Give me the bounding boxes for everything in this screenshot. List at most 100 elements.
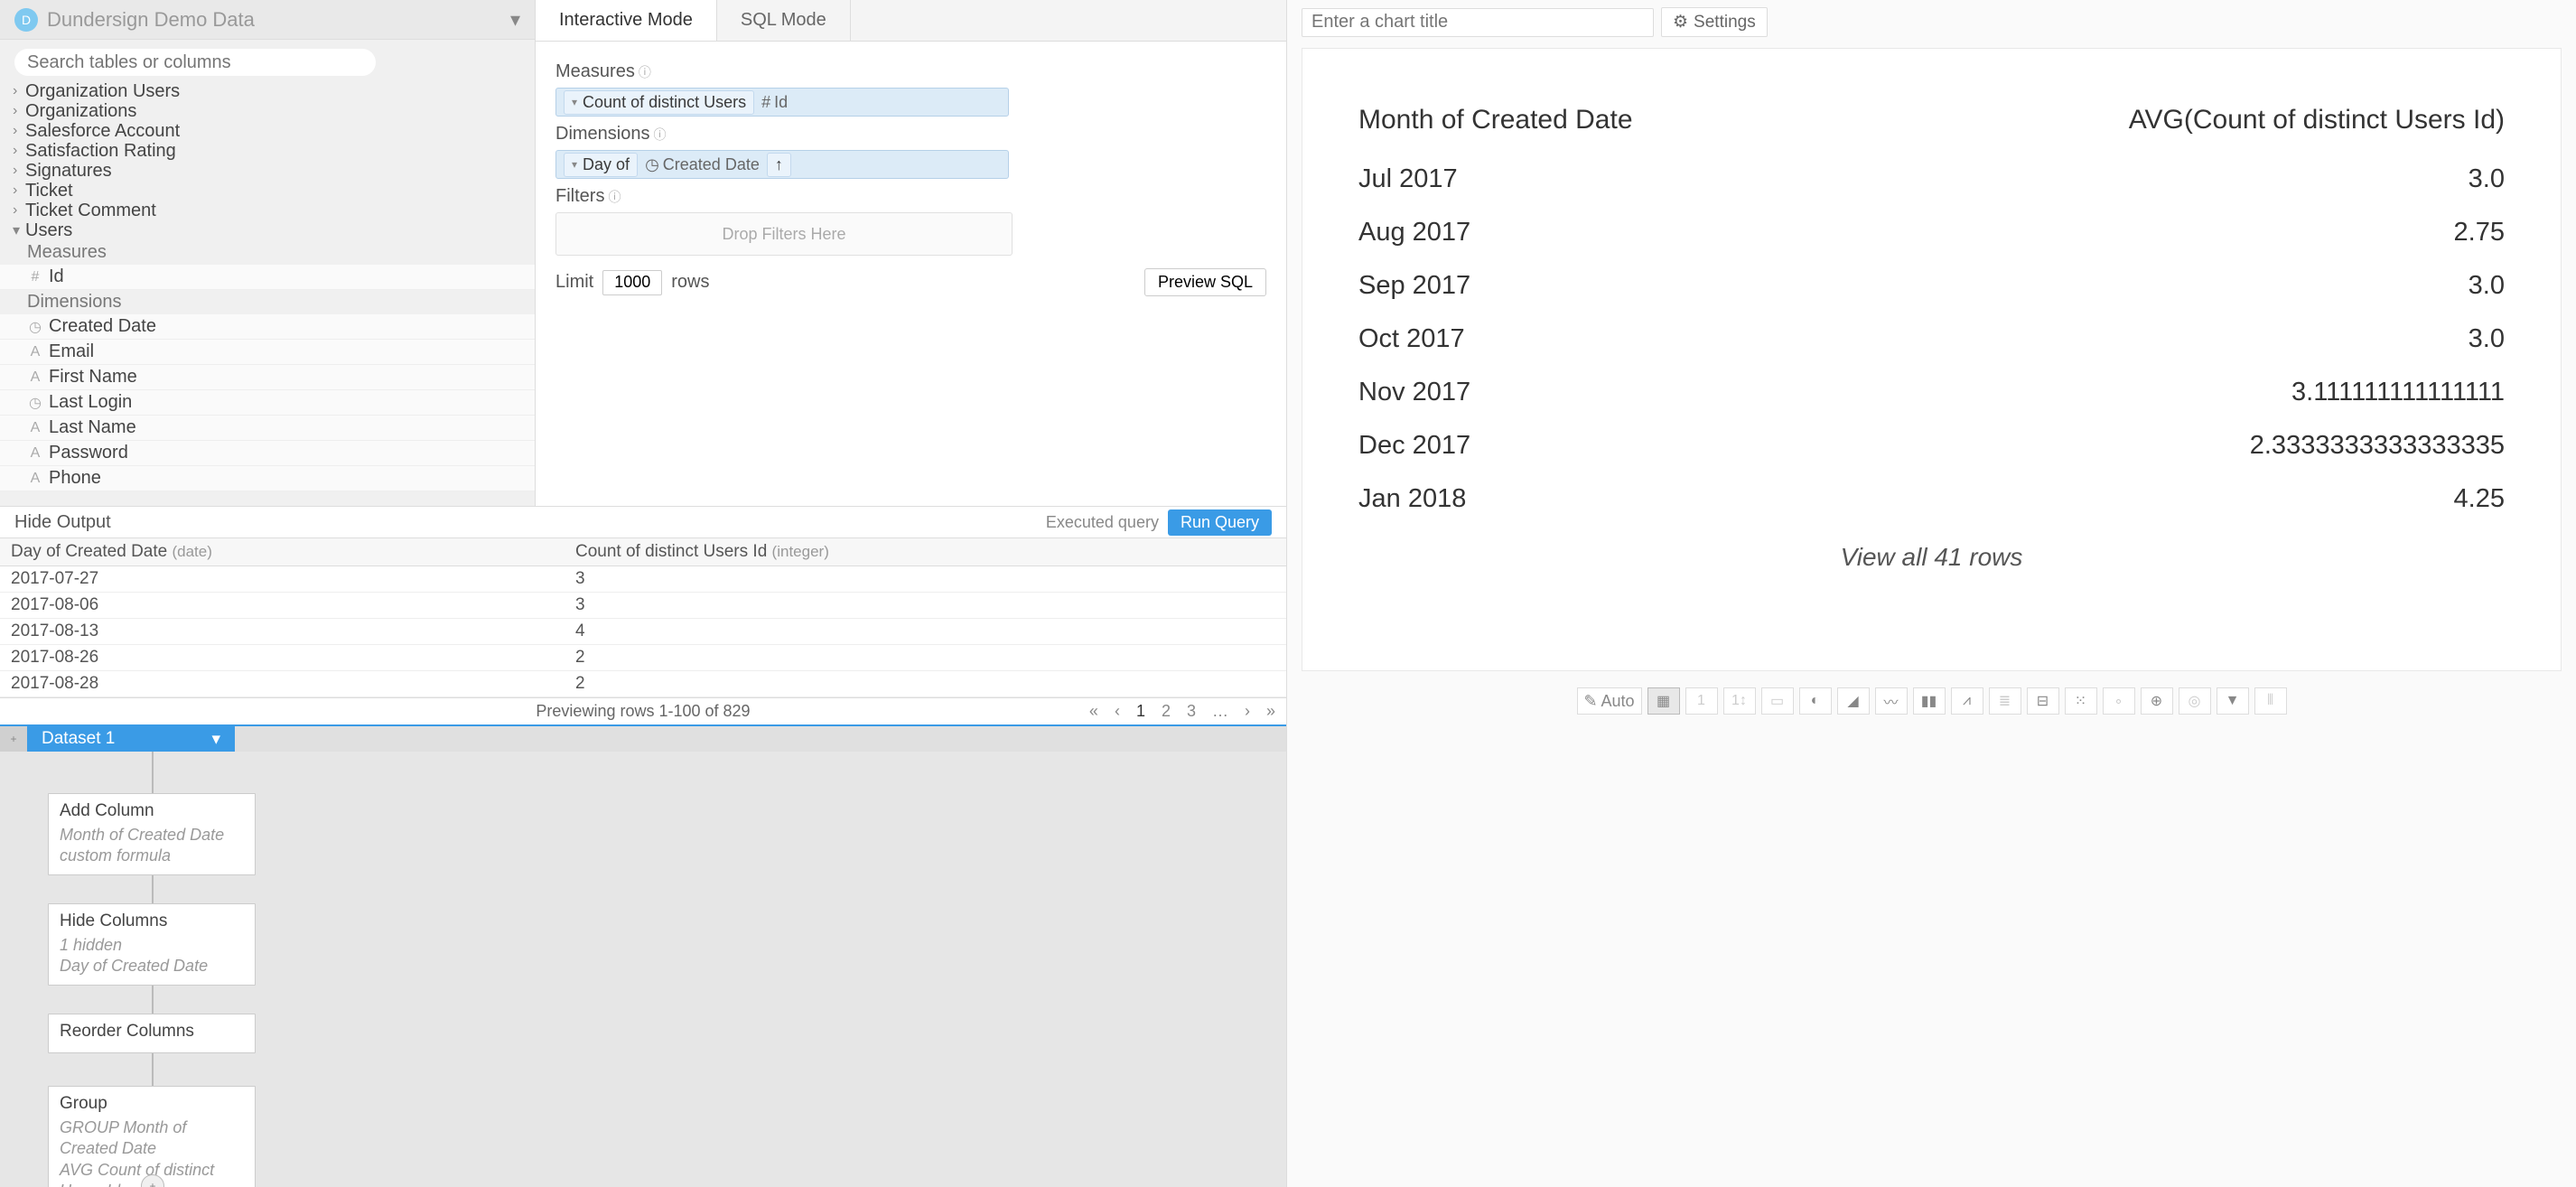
- chart-settings-button[interactable]: ⚙ Settings: [1661, 7, 1768, 37]
- view-all-rows-link[interactable]: View all 41 rows: [1357, 543, 2506, 572]
- dimensions-label: Dimensionsⓘ: [555, 124, 1266, 145]
- field-type-icon: #: [27, 269, 43, 285]
- run-query-button[interactable]: Run Query: [1168, 509, 1272, 536]
- viz-bullet-button[interactable]: ▭: [1761, 687, 1794, 715]
- table-row[interactable]: 2017-08-282: [0, 671, 1286, 697]
- viz-heatmap-button[interactable]: ◎: [2179, 687, 2211, 715]
- viz-scatter-button[interactable]: ⁙: [2065, 687, 2097, 715]
- viz-bubble-button[interactable]: ∘: [2103, 687, 2135, 715]
- limit-input[interactable]: [602, 270, 662, 295]
- tree-field-item[interactable]: AFirst Name: [0, 365, 535, 390]
- viz-bar-button[interactable]: ▮▮: [1913, 687, 1946, 715]
- column-header[interactable]: Count of distinct Users Id (integer): [565, 538, 1286, 566]
- tree-table-item[interactable]: ›Ticket: [0, 181, 535, 201]
- dimension-field[interactable]: ◷ Created Date: [645, 155, 760, 174]
- viz-line-button[interactable]: 〰: [1875, 687, 1908, 715]
- sort-pill[interactable]: ↑: [767, 153, 791, 177]
- preview-sql-button[interactable]: Preview SQL: [1144, 268, 1266, 296]
- tab-interactive-mode[interactable]: Interactive Mode: [536, 0, 717, 41]
- table-row[interactable]: 2017-07-273: [0, 566, 1286, 593]
- chevron-right-icon: ›: [13, 143, 25, 159]
- tree-table-item[interactable]: ›Signatures: [0, 161, 535, 181]
- tree-field-item[interactable]: ALast Name: [0, 416, 535, 441]
- tree-table-item[interactable]: ›Organization Users: [0, 81, 535, 101]
- tree-table-item[interactable]: ▾Users: [0, 220, 535, 240]
- filters-dropzone[interactable]: Drop Filters Here: [555, 212, 1013, 256]
- chart-row[interactable]: Oct 20173.0: [1358, 313, 2505, 365]
- chart-col-header[interactable]: Month of Created Date: [1358, 105, 1841, 152]
- viz-area-button[interactable]: ◢: [1837, 687, 1870, 715]
- chart-row[interactable]: Jul 20173.0: [1358, 154, 2505, 205]
- viz-pie-button[interactable]: ◐: [1799, 687, 1832, 715]
- tree-field-item[interactable]: ◷Last Login: [0, 390, 535, 416]
- tree-field-item[interactable]: APhone: [0, 466, 535, 491]
- page-first[interactable]: «: [1089, 702, 1098, 721]
- flow-step-card[interactable]: Add ColumnMonth of Created Datecustom fo…: [48, 793, 256, 875]
- tree-table-item[interactable]: ›Organizations: [0, 101, 535, 121]
- database-selector[interactable]: D Dundersign Demo Data ▾: [0, 0, 535, 40]
- page-1[interactable]: 1: [1136, 702, 1145, 721]
- viz-sparkline-button[interactable]: ⩘: [1951, 687, 1983, 715]
- tree-field-item[interactable]: AEmail: [0, 340, 535, 365]
- viz-map-button[interactable]: ⊕: [2141, 687, 2173, 715]
- flow-step-card[interactable]: Hide Columns1 hiddenDay of Created Date: [48, 903, 256, 986]
- viz-table-button[interactable]: ▦: [1647, 687, 1680, 715]
- page-last[interactable]: »: [1266, 702, 1275, 721]
- viz-single-value-button[interactable]: 1: [1685, 687, 1718, 715]
- bullet-icon: ▭: [1770, 692, 1784, 710]
- tree-field-item[interactable]: ◷Created Date: [0, 314, 535, 340]
- chart-row[interactable]: Aug 20172.75: [1358, 207, 2505, 258]
- dimensions-dropzone[interactable]: ▾ Day of ◷ Created Date ↑: [555, 150, 1009, 179]
- help-icon[interactable]: ⓘ: [639, 63, 651, 81]
- scatter-icon: ⁙: [2075, 692, 2086, 710]
- dimension-pill[interactable]: ▾ Day of: [564, 153, 638, 177]
- viz-stacked-button[interactable]: ≣: [1989, 687, 2021, 715]
- table-row[interactable]: 2017-08-134: [0, 619, 1286, 645]
- viz-sankey-button[interactable]: ⫴: [2254, 687, 2287, 715]
- measure-field[interactable]: # Id: [761, 93, 788, 112]
- hide-output-button[interactable]: Hide Output: [14, 512, 111, 533]
- table-row[interactable]: 2017-08-262: [0, 645, 1286, 671]
- column-header[interactable]: Day of Created Date (date): [0, 538, 565, 566]
- chart-row[interactable]: Sep 20173.0: [1358, 260, 2505, 312]
- viz-boxplot-button[interactable]: ⊟: [2027, 687, 2059, 715]
- page-2[interactable]: 2: [1162, 702, 1171, 721]
- page-3[interactable]: 3: [1187, 702, 1196, 721]
- bubble-icon: ∘: [2114, 692, 2123, 710]
- tab-sql-mode[interactable]: SQL Mode: [717, 0, 851, 41]
- dataset-tab[interactable]: Dataset 1 ▾: [27, 726, 235, 752]
- tree-table-item[interactable]: ›Ticket Comment: [0, 201, 535, 220]
- table-row[interactable]: 2017-08-063: [0, 593, 1286, 619]
- page-prev[interactable]: ‹: [1115, 702, 1120, 721]
- tree-field-item[interactable]: APassword: [0, 441, 535, 466]
- viz-type-toolbar: ✎Auto ▦ 1 1↕ ▭ ◐ ◢ 〰 ▮▮ ⩘ ≣ ⊟ ⁙ ∘ ⊕ ◎ ▼ …: [1287, 680, 2576, 722]
- chart-row[interactable]: Jan 20184.25: [1358, 473, 2505, 525]
- tree-table-item[interactable]: ›Salesforce Account: [0, 121, 535, 141]
- field-type-icon: A: [27, 471, 43, 487]
- viz-compare-button[interactable]: 1↕: [1723, 687, 1756, 715]
- chart-row[interactable]: Dec 20172.3333333333333335: [1358, 420, 2505, 472]
- chart-col-header[interactable]: AVG(Count of distinct Users Id): [1843, 105, 2505, 152]
- field-type-icon: ◷: [27, 394, 43, 412]
- measures-dropzone[interactable]: ▾ Count of distinct Users # Id: [555, 88, 1009, 117]
- filters-label: Filtersⓘ: [555, 186, 1266, 207]
- help-icon[interactable]: ⓘ: [608, 188, 621, 206]
- page-next[interactable]: ›: [1245, 702, 1250, 721]
- tree-table-item[interactable]: ›Satisfaction Rating: [0, 141, 535, 161]
- chart-title-input[interactable]: [1302, 8, 1654, 37]
- transform-flow[interactable]: Add ColumnMonth of Created Datecustom fo…: [0, 752, 1286, 1187]
- flow-step-card[interactable]: GroupGROUP Month of Created DateAVG Coun…: [48, 1086, 256, 1187]
- help-icon[interactable]: ⓘ: [653, 126, 666, 144]
- rows-label: rows: [671, 272, 709, 293]
- database-name: Dundersign Demo Data: [47, 8, 255, 32]
- schema-search-input[interactable]: [14, 49, 376, 76]
- tree-field-item[interactable]: #Id: [0, 265, 535, 290]
- measure-pill[interactable]: ▾ Count of distinct Users: [564, 90, 754, 115]
- chart-row[interactable]: Nov 20173.111111111111111: [1358, 367, 2505, 418]
- viz-funnel-button[interactable]: ▼: [2217, 687, 2249, 715]
- results-table: Day of Created Date (date) Count of dist…: [0, 538, 1286, 697]
- add-dataset-button[interactable]: +: [0, 726, 27, 752]
- viz-auto-button[interactable]: ✎Auto: [1577, 687, 1642, 715]
- clock-icon: ◷: [645, 155, 659, 174]
- flow-step-card[interactable]: Reorder Columns: [48, 1014, 256, 1053]
